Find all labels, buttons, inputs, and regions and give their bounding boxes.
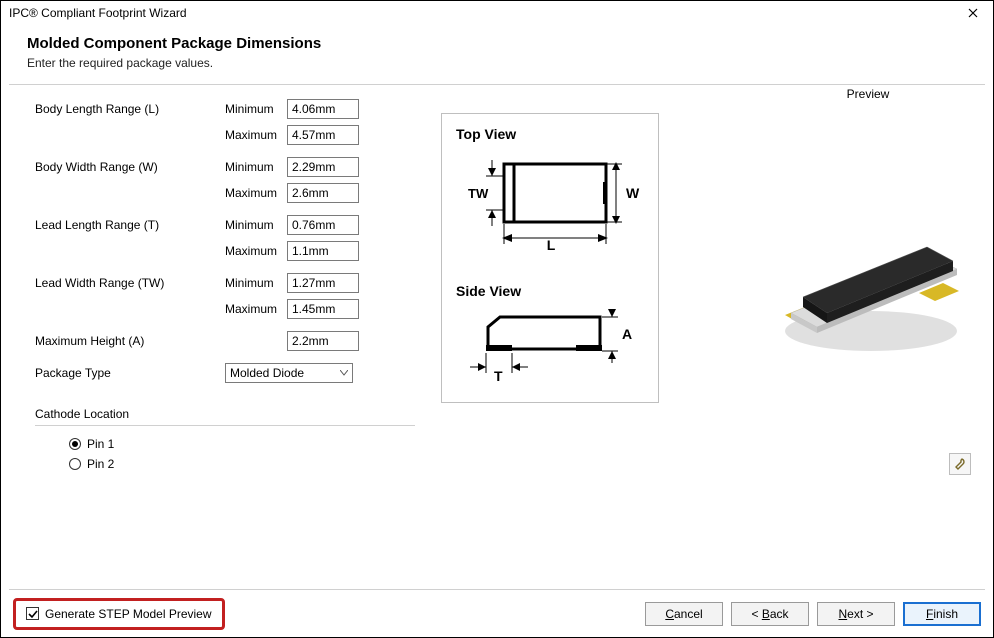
lead-length-min-input[interactable]: [287, 215, 359, 235]
preview-label: Preview: [763, 87, 973, 101]
step-preview-highlight: Generate STEP Model Preview: [13, 598, 225, 630]
package-type-value: Molded Diode: [230, 366, 304, 380]
svg-text:TW: TW: [468, 186, 489, 201]
top-view-diagram: W TW L: [456, 152, 644, 252]
wizard-window: IPC® Compliant Footprint Wizard Molded C…: [0, 0, 994, 638]
lead-width-max-input[interactable]: [287, 299, 359, 319]
preview-settings-button[interactable]: [949, 453, 971, 475]
step-preview-label: Generate STEP Model Preview: [45, 607, 212, 621]
maximum-label: Maximum: [225, 186, 287, 200]
cathode-separator: [35, 425, 415, 426]
cathode-pin1-row[interactable]: Pin 1: [69, 434, 435, 454]
preview-canvas[interactable]: [763, 109, 973, 477]
side-view-title: Side View: [456, 283, 644, 299]
package-type-label: Package Type: [35, 366, 225, 380]
minimum-label: Minimum: [225, 218, 287, 232]
next-button[interactable]: Next >: [817, 602, 895, 626]
chevron-down-icon: [340, 368, 348, 379]
max-height-label: Maximum Height (A): [35, 334, 225, 348]
footer-bar: Generate STEP Model Preview Cancel < Bac…: [9, 589, 985, 637]
body-length-max-input[interactable]: [287, 125, 359, 145]
diagram-box: Top View W: [441, 113, 659, 403]
max-height-input[interactable]: [287, 331, 359, 351]
body-length-min-input[interactable]: [287, 99, 359, 119]
cathode-location-label: Cathode Location: [35, 407, 435, 421]
finish-button[interactable]: Finish: [903, 602, 981, 626]
svg-text:W: W: [626, 185, 640, 201]
lead-length-label: Lead Length Range (T): [35, 218, 225, 232]
body-width-label: Body Width Range (W): [35, 160, 225, 174]
top-view-title: Top View: [456, 126, 644, 142]
lead-length-max-input[interactable]: [287, 241, 359, 261]
close-button[interactable]: [961, 4, 985, 22]
minimum-label: Minimum: [225, 276, 287, 290]
close-icon: [968, 8, 978, 18]
next-button-label: Next >: [838, 607, 873, 621]
minimum-label: Minimum: [225, 102, 287, 116]
body-width-min-input[interactable]: [287, 157, 359, 177]
content-area: Body Length Range (L) Minimum Maximum Bo…: [1, 85, 993, 589]
lead-width-label: Lead Width Range (TW): [35, 276, 225, 290]
diagram-column: Top View W: [441, 97, 659, 589]
lead-width-min-input[interactable]: [287, 273, 359, 293]
radio-icon-checked: [69, 438, 81, 450]
cancel-button[interactable]: Cancel: [645, 602, 723, 626]
svg-text:L: L: [547, 237, 556, 252]
step-preview-checkbox[interactable]: [26, 607, 39, 620]
page-title: Molded Component Package Dimensions: [27, 35, 967, 52]
back-button-label: < Back: [751, 607, 788, 621]
maximum-label: Maximum: [225, 244, 287, 258]
cancel-button-label: Cancel: [665, 607, 702, 621]
wizard-header: Molded Component Package Dimensions Ente…: [1, 25, 993, 84]
radio-icon: [69, 458, 81, 470]
cathode-option-2: Pin 2: [87, 457, 114, 471]
cathode-pin2-row[interactable]: Pin 2: [69, 454, 435, 474]
back-button[interactable]: < Back: [731, 602, 809, 626]
package-type-select[interactable]: Molded Diode: [225, 363, 353, 383]
page-subtitle: Enter the required package values.: [27, 56, 967, 70]
window-title: IPC® Compliant Footprint Wizard: [9, 6, 961, 20]
svg-text:A: A: [622, 326, 632, 342]
maximum-label: Maximum: [225, 128, 287, 142]
finish-button-label: Finish: [926, 607, 958, 621]
form-column: Body Length Range (L) Minimum Maximum Bo…: [35, 97, 435, 589]
wrench-icon: [953, 457, 967, 471]
body-length-label: Body Length Range (L): [35, 102, 225, 116]
maximum-label: Maximum: [225, 302, 287, 316]
side-view-diagram: A T: [456, 309, 644, 389]
titlebar: IPC® Compliant Footprint Wizard: [1, 1, 993, 25]
body-width-max-input[interactable]: [287, 183, 359, 203]
preview-column: Preview: [763, 87, 973, 477]
preview-3d-model: [763, 109, 973, 477]
minimum-label: Minimum: [225, 160, 287, 174]
svg-text:T: T: [494, 368, 503, 384]
cathode-option-1: Pin 1: [87, 437, 114, 451]
checkmark-icon: [28, 609, 38, 619]
